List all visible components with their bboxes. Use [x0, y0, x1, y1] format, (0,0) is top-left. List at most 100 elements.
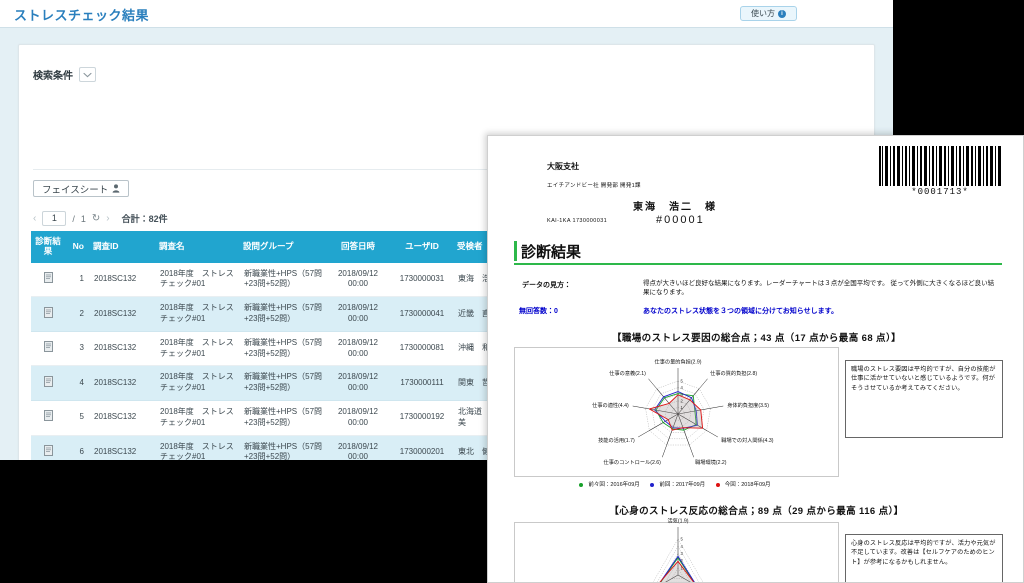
report-icon[interactable]: [43, 306, 53, 318]
report-preview-panel[interactable]: 大阪支社 エイチアンドビー社 開発部 開発1課 東海 浩二 様 KAI-1KA …: [487, 135, 1024, 583]
report-kai-code: KAI-1KA 1730000031: [547, 218, 608, 224]
cell-no: 2: [65, 296, 91, 332]
facesheet-button[interactable]: フェイスシート: [33, 180, 130, 197]
report-heading: 診断結果: [514, 241, 1002, 265]
redaction-mask-top-right: [893, 0, 1024, 135]
chevron-down-icon[interactable]: [79, 67, 96, 82]
legend-label-1: 前回：2017年09月: [659, 482, 706, 488]
svg-text:職場での対人関係(4.3): 職場での対人関係(4.3): [721, 436, 773, 444]
table-row[interactable]: 2 2018SC132 2018年度 ストレスチェック#01 新職業性+HPS（57問…: [31, 296, 507, 332]
report-icon[interactable]: [43, 375, 53, 387]
report-icon[interactable]: [43, 410, 53, 422]
help-button[interactable]: 使い方 i: [740, 6, 797, 21]
section1-title: 【職場のストレス要因の総合点；43 点（17 点から最高 68 点）】: [611, 333, 901, 344]
radar-chart-1: 1 2 3 4 5 仕事の量的負担(2.9) 仕事の質的負担(2.8) 身体的負担度(3.5)…: [514, 347, 839, 477]
table-row[interactable]: 3 2018SC132 2018年度 ストレスチェック#01 新職業性+HPS（57問…: [31, 331, 507, 367]
cell-no: 1: [65, 262, 91, 298]
chevron-left-icon[interactable]: ‹: [33, 213, 36, 224]
cell-survey-id: 2018SC132: [91, 296, 157, 332]
col-header-group[interactable]: 設問グループ: [241, 231, 327, 263]
total-count-label: 合計：82件: [121, 214, 168, 224]
table-head: 診断結果 No 調査ID 調査名 設問グループ 回答日時 ユーザID 受検者: [31, 231, 507, 263]
table-header-row: 診断結果 No 調査ID 調査名 設問グループ 回答日時 ユーザID 受検者: [31, 231, 507, 263]
cell-result-icon[interactable]: [31, 331, 65, 367]
report-icon[interactable]: [43, 271, 53, 283]
table-row[interactable]: 4 2018SC132 2018年度 ストレスチェック#01 新職業性+HPS（57問…: [31, 365, 507, 401]
screen-root: ストレスチェック結果 使い方 i 検索条件 検索 CSV出力: [0, 0, 1024, 583]
report-number: #00001: [656, 214, 705, 226]
page-separator: /: [72, 213, 75, 224]
cell-result-icon[interactable]: [31, 262, 65, 298]
no-answer-count-label: 無回答数：0: [519, 308, 558, 315]
svg-text:仕事の量的負担(2.9): 仕事の量的負担(2.9): [655, 358, 702, 366]
cell-survey-id: 2018SC132: [91, 365, 157, 401]
cell-user-id: 1730000031: [389, 262, 455, 298]
legend-item-2: 今回：2018年09月: [715, 482, 774, 488]
heading-accent-bar: [514, 241, 517, 261]
cell-result-icon[interactable]: [31, 296, 65, 332]
legend-dot-blue: [650, 482, 655, 487]
cell-survey-id: 2018SC132: [91, 400, 157, 436]
cell-result-icon[interactable]: [31, 400, 65, 436]
cell-survey-name: 2018年度 ストレスチェック#01: [157, 296, 241, 332]
cell-survey-name: 2018年度 ストレスチェック#01: [157, 262, 241, 298]
radar-chart-2-svg: 12345活気(1.9)イライラ感(2.9)身体愁訴(3.8): [652, 517, 704, 582]
col-header-user-id[interactable]: ユーザID: [389, 231, 455, 263]
table-row[interactable]: 5 2018SC132 2018年度 ストレスチェック#01 新職業性+HPS（57問…: [31, 400, 507, 436]
cell-answered-at: 2018/09/12 00:00: [327, 296, 389, 332]
chevron-right-icon[interactable]: ›: [106, 213, 109, 224]
cell-result-icon[interactable]: [31, 365, 65, 401]
data-reading-text: 得点が大きいほど良好な結果になります。レーダーチャートは３点が全国平均です。 従…: [643, 280, 995, 297]
no-answer-note: あなたのストレス状態を３つの領域に分けてお知らせします。: [643, 308, 838, 315]
chart-legend: 前々回：2016年09月 前回：2017年09月 今回：2018年09月: [514, 480, 839, 488]
svg-text:活気(1.9): 活気(1.9): [667, 517, 688, 525]
report-dept: エイチアンドビー社 開発部 開発1課: [547, 183, 641, 189]
svg-text:仕事の意義(2.1): 仕事の意義(2.1): [609, 369, 646, 377]
radar-chart-1-svg: 12345仕事の量的負担(2.9)仕事の質的負担(2.8)身体的負担度(3.5)…: [592, 358, 774, 466]
cell-user-id: 1730000081: [389, 331, 455, 367]
svg-text:仕事のコントロール(2.6): 仕事のコントロール(2.6): [604, 458, 662, 466]
legend-dot-green: [579, 482, 584, 487]
section1-comment: 職場のストレス要因は平均的ですが、自分の技能が仕事に活かせていないと感じているよ…: [845, 360, 1003, 438]
radar-chart-2: 12345活気(1.9)イライラ感(2.9)身体愁訴(3.8): [514, 517, 839, 582]
report-page: 大阪支社 エイチアンドビー社 開発部 開発1課 東海 浩二 様 KAI-1KA …: [488, 136, 1023, 582]
legend-item-0: 前々回：2016年09月: [579, 482, 642, 488]
report-icon[interactable]: [43, 341, 53, 353]
legend-label-0: 前々回：2016年09月: [588, 482, 640, 488]
app-header: ストレスチェック結果 使い方 i: [0, 0, 893, 28]
col-header-answered-at[interactable]: 回答日時: [327, 231, 389, 263]
refresh-icon[interactable]: ↻: [92, 213, 100, 224]
pagination: ‹ 1 / 1 ↻ › 合計：82件: [33, 211, 168, 226]
page-number-input[interactable]: 1: [42, 211, 67, 226]
col-header-survey-name[interactable]: 調査名: [157, 231, 241, 263]
report-icon[interactable]: [43, 444, 53, 456]
cell-answered-at: 2018/09/12 00:00: [327, 365, 389, 401]
cell-user-id: 1730000111: [389, 365, 455, 401]
cell-survey-id: 2018SC132: [91, 262, 157, 298]
table-row[interactable]: 1 2018SC132 2018年度 ストレスチェック#01 新職業性+HPS（57問…: [31, 262, 507, 298]
cell-user-id: 1730000041: [389, 296, 455, 332]
cell-group: 新職業性+HPS（57問+23問+52問）: [241, 262, 327, 298]
report-heading-text: 診断結果: [521, 244, 582, 261]
col-header-no[interactable]: No: [65, 231, 91, 263]
svg-text:仕事の質的負担(2.8): 仕事の質的負担(2.8): [710, 369, 757, 377]
person-icon: [112, 184, 120, 193]
cell-group: 新職業性+HPS（57問+23問+52問）: [241, 331, 327, 367]
section2-comment: 心身のストレス反応は平均的ですが、活力や元気が不足しています。改善は【セルフケア…: [845, 534, 1003, 582]
cell-survey-name: 2018年度 ストレスチェック#01: [157, 400, 241, 436]
cell-survey-id: 2018SC132: [91, 331, 157, 367]
barcode-text: *0001713*: [911, 187, 969, 197]
cell-no: 5: [65, 400, 91, 436]
col-header-result[interactable]: 診断結果: [31, 231, 65, 263]
redaction-mask-bottom-left: [0, 460, 487, 583]
cell-user-id: 1730000192: [389, 400, 455, 436]
cell-answered-at: 2018/09/12 00:00: [327, 400, 389, 436]
legend-dot-red: [715, 482, 720, 487]
report-person: 東海 浩二 様: [633, 202, 717, 213]
svg-text:身体的負担度(3.5): 身体的負担度(3.5): [727, 401, 769, 409]
col-header-survey-id[interactable]: 調査ID: [91, 231, 157, 263]
svg-text:職場環境(2.2): 職場環境(2.2): [695, 458, 727, 466]
svg-text:5: 5: [681, 537, 684, 542]
legend-label-2: 今回：2018年09月: [724, 482, 771, 488]
section2-title: 【心身のストレス反応の総合点；89 点（29 点から最高 116 点）】: [609, 506, 904, 517]
